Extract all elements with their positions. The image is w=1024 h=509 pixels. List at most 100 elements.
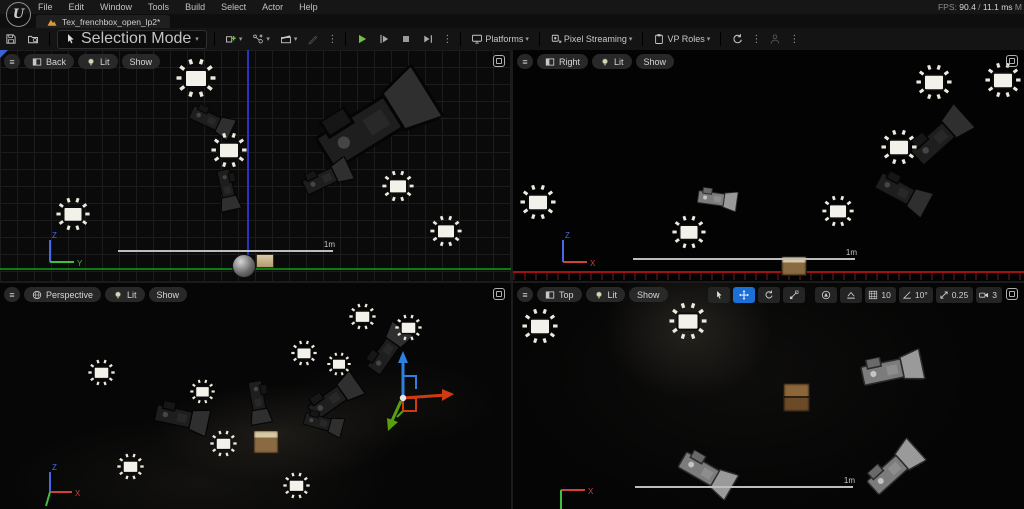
- maximize-viewport-icon[interactable]: [493, 288, 505, 300]
- camera-actor[interactable]: [693, 186, 739, 212]
- editor-mode-dropdown[interactable]: Selection Mode ▾: [57, 29, 207, 49]
- select-tool-button[interactable]: [708, 287, 731, 303]
- add-actor-button[interactable]: ▾: [220, 30, 248, 48]
- play-button[interactable]: [351, 30, 373, 48]
- rotation-snap-button[interactable]: 10°: [898, 287, 933, 303]
- overflow-menu-icon[interactable]: ⋮: [324, 34, 340, 45]
- menu-item-select[interactable]: Select: [213, 2, 254, 12]
- maximize-viewport-icon[interactable]: [1006, 288, 1018, 300]
- view-mode-dropdown[interactable]: Lit: [592, 54, 632, 69]
- rect-light-actor[interactable]: [348, 303, 376, 330]
- vp-roles-dropdown[interactable]: VP Roles ▾: [648, 30, 715, 48]
- rect-light-actor[interactable]: [56, 197, 90, 231]
- multi-user-menu-icon[interactable]: ⋮: [786, 34, 802, 45]
- menu-item-build[interactable]: Build: [177, 2, 213, 12]
- level-tab[interactable]: Tex_frenchbox_open_lp2*: [36, 15, 171, 28]
- play-options-menu-icon[interactable]: ⋮: [439, 34, 455, 45]
- maximize-viewport-icon[interactable]: [1006, 55, 1018, 67]
- camera-actor[interactable]: [212, 163, 243, 213]
- menu-item-help[interactable]: Help: [291, 2, 326, 12]
- show-flags-dropdown[interactable]: Show: [629, 287, 668, 302]
- sequencer-button[interactable]: [302, 30, 324, 48]
- viewport-perspective[interactable]: ZXY ≡ Perspective Lit Show: [0, 283, 511, 509]
- chest-actor[interactable]: [782, 382, 810, 412]
- rect-light-actor[interactable]: [291, 340, 317, 366]
- grid-snap-button[interactable]: 10: [865, 287, 896, 303]
- menu-item-window[interactable]: Window: [92, 2, 140, 12]
- show-flags-dropdown[interactable]: Show: [148, 287, 188, 302]
- viewport-right[interactable]: Z X 1m ≡ Right Lit Show: [513, 50, 1024, 281]
- viewport-type-dropdown[interactable]: Right: [537, 54, 589, 69]
- save-button[interactable]: [0, 30, 22, 48]
- platforms-dropdown[interactable]: Platforms ▾: [466, 30, 534, 48]
- cinematics-button[interactable]: ▾: [275, 30, 303, 48]
- source-control-menu-icon[interactable]: ⋮: [748, 34, 764, 45]
- view-mode-dropdown[interactable]: Lit: [78, 54, 118, 69]
- box-actor[interactable]: [256, 254, 274, 268]
- view-mode-dropdown[interactable]: Lit: [585, 287, 626, 302]
- play-to-button[interactable]: [417, 30, 439, 48]
- menu-item-tools[interactable]: Tools: [140, 2, 177, 12]
- sphere-actor[interactable]: [232, 254, 256, 278]
- viewport-menu-icon[interactable]: ≡: [4, 287, 20, 302]
- rect-light-actor[interactable]: [116, 453, 144, 480]
- rect-light-actor[interactable]: [382, 170, 414, 202]
- toolbar-separator: [345, 32, 347, 46]
- view-mode-dropdown[interactable]: Lit: [105, 287, 145, 302]
- rect-light-actor[interactable]: [394, 314, 422, 341]
- rect-light-actor[interactable]: [916, 64, 952, 100]
- menu-item-actor[interactable]: Actor: [254, 2, 291, 12]
- camera-actor[interactable]: [858, 436, 928, 503]
- chest-actor[interactable]: [253, 430, 279, 454]
- rect-light-actor[interactable]: [672, 215, 706, 249]
- surface-snap-toggle[interactable]: [840, 287, 863, 303]
- rect-light-actor[interactable]: [985, 62, 1021, 98]
- viewport-menu-icon[interactable]: ≡: [517, 287, 533, 302]
- rect-light-actor[interactable]: [430, 215, 462, 247]
- move-gizmo[interactable]: [348, 343, 458, 453]
- rect-light-actor[interactable]: [669, 302, 707, 340]
- rotate-tool-button[interactable]: [758, 287, 781, 303]
- blueprints-button[interactable]: ▾: [247, 30, 275, 48]
- rect-light-actor[interactable]: [282, 472, 310, 499]
- rect-light-actor[interactable]: [176, 58, 216, 98]
- viewport-back[interactable]: Z Y 1m ≡ Back Lit Show: [0, 50, 511, 281]
- show-flags-dropdown[interactable]: Show: [121, 54, 161, 69]
- scale-snap-button[interactable]: 0.25: [935, 287, 974, 303]
- show-flags-dropdown[interactable]: Show: [635, 54, 675, 69]
- viewport-type-dropdown[interactable]: Perspective: [24, 287, 102, 302]
- rect-light-actor[interactable]: [87, 359, 115, 386]
- viewport-top[interactable]: XY 1m ≡ Top Lit Show 10 10° 0.25 3: [513, 283, 1024, 509]
- camera-actor[interactable]: [243, 375, 273, 427]
- browse-content-button[interactable]: [22, 30, 44, 48]
- camera-actor[interactable]: [670, 444, 740, 502]
- camera-actor[interactable]: [148, 398, 212, 438]
- viewport-type-dropdown[interactable]: Top: [537, 287, 582, 302]
- scale-tool-button[interactable]: [783, 287, 806, 303]
- source-control-button[interactable]: [726, 30, 748, 48]
- maximize-viewport-icon[interactable]: [493, 55, 505, 67]
- unreal-logo-icon[interactable]: U: [6, 2, 31, 27]
- move-tool-button[interactable]: [733, 287, 756, 303]
- rect-light-actor[interactable]: [822, 195, 854, 227]
- menu-item-edit[interactable]: Edit: [61, 2, 93, 12]
- frame-skip-button[interactable]: [373, 30, 395, 48]
- rect-light-actor[interactable]: [211, 132, 247, 168]
- rect-light-actor[interactable]: [522, 308, 558, 344]
- scale-icon: [789, 290, 799, 300]
- camera-actor[interactable]: [854, 347, 927, 392]
- rect-light-actor[interactable]: [881, 129, 917, 165]
- viewport-menu-icon[interactable]: ≡: [517, 54, 533, 69]
- multi-user-button[interactable]: [764, 30, 786, 48]
- rect-light-actor[interactable]: [209, 430, 237, 457]
- camera-speed-button[interactable]: 3: [976, 287, 1002, 303]
- world-transform-toggle[interactable]: [815, 287, 838, 303]
- stop-button[interactable]: [395, 30, 417, 48]
- pixel-streaming-dropdown[interactable]: Pixel Streaming ▾: [545, 30, 638, 48]
- move-icon: [739, 290, 750, 300]
- menu-item-file[interactable]: File: [30, 2, 61, 12]
- rect-light-actor[interactable]: [189, 379, 215, 404]
- rect-light-actor[interactable]: [520, 184, 556, 220]
- viewport-type-dropdown[interactable]: Back: [24, 54, 75, 69]
- menu-bar: File Edit Window Tools Build Select Actor Help …: [0, 0, 1024, 14]
